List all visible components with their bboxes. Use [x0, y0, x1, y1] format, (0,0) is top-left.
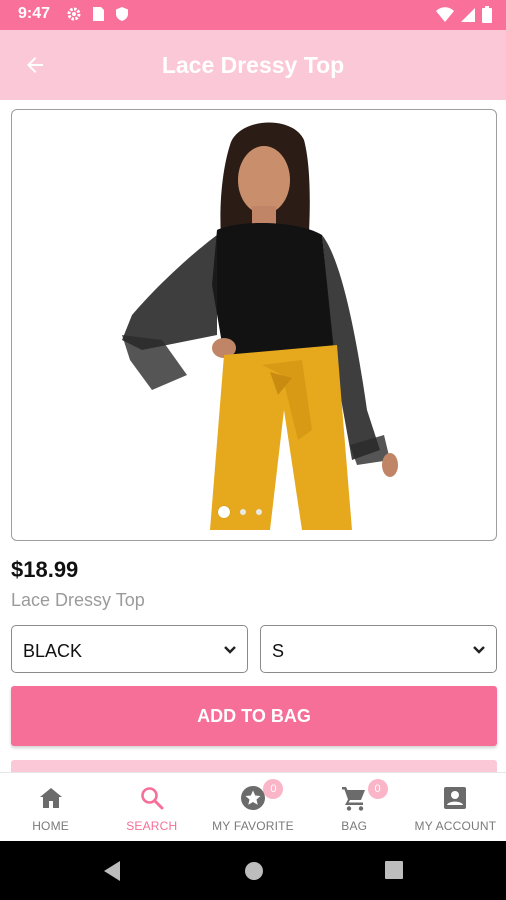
color-select-value: BLACK — [23, 641, 83, 661]
signal-icon — [460, 7, 476, 28]
square-recents-icon — [385, 861, 403, 879]
size-select[interactable]: S — [260, 625, 497, 673]
status-time: 9:47 — [18, 5, 51, 22]
nav-label-search: SEARCH — [126, 819, 178, 833]
carousel-dot[interactable] — [256, 509, 262, 515]
product-name: Lace Dressy Top — [11, 590, 145, 610]
app-bar: Lace Dressy Top — [0, 30, 506, 100]
favorite-count-badge: 0 — [263, 779, 284, 799]
bag-count-badge: 0 — [367, 779, 388, 799]
bottom-navigation: HOME SEARCH 0 MY FAVORITE 0 BAG MY ACCOU… — [0, 772, 506, 841]
system-home-button[interactable] — [243, 860, 265, 887]
nav-item-search[interactable]: SEARCH — [101, 773, 202, 841]
carousel-dot[interactable] — [240, 509, 246, 515]
chevron-down-icon — [473, 646, 485, 654]
size-select-value: S — [272, 641, 285, 661]
color-select[interactable]: BLACK — [11, 625, 248, 673]
circle-home-icon — [245, 862, 263, 880]
wifi-icon — [436, 6, 454, 28]
search-icon — [140, 787, 164, 810]
carousel-dots — [218, 506, 262, 518]
product-image-carousel[interactable] — [11, 109, 497, 541]
nav-label-favorite: MY FAVORITE — [212, 819, 294, 833]
nav-item-account[interactable]: MY ACCOUNT — [405, 773, 506, 841]
chevron-down-icon — [224, 646, 236, 654]
status-bar: 9:47 — [0, 0, 506, 30]
system-navigation-bar — [0, 841, 506, 900]
sim-card-icon — [92, 6, 105, 27]
nav-label-account: MY ACCOUNT — [414, 819, 497, 833]
carousel-dot[interactable] — [218, 506, 230, 518]
battery-icon — [482, 6, 492, 28]
triangle-back-icon — [104, 861, 120, 881]
cart-icon — [342, 787, 366, 811]
shield-icon — [115, 6, 129, 27]
nav-label-home: HOME — [32, 819, 69, 833]
account-icon — [444, 787, 467, 809]
home-icon — [39, 788, 62, 808]
product-image — [122, 122, 398, 530]
nav-item-favorite[interactable]: 0 MY FAVORITE — [202, 773, 303, 841]
nav-item-home[interactable]: HOME — [0, 773, 101, 841]
system-recents-button[interactable] — [384, 860, 404, 885]
system-back-button[interactable] — [102, 860, 122, 887]
nav-label-bag: BAG — [341, 819, 368, 833]
page-title: Lace Dressy Top — [161, 52, 345, 78]
product-price: $18.99 — [11, 557, 79, 582]
settings-icon — [66, 6, 82, 27]
nav-item-bag[interactable]: 0 BAG — [304, 773, 405, 841]
add-to-bag-button[interactable]: ADD TO BAG — [11, 686, 497, 746]
